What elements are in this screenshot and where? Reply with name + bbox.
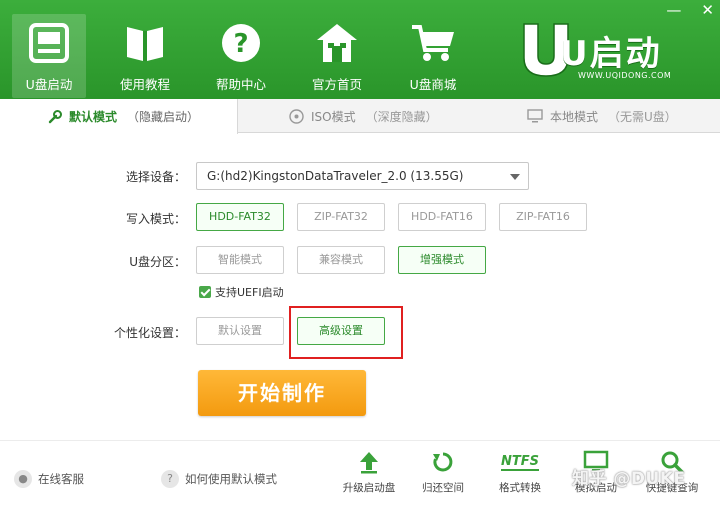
tab-sublabel: （深度隐藏） xyxy=(365,109,438,124)
nav-label: 使用教程 xyxy=(119,77,170,92)
partition-option-smart[interactable]: 智能模式 xyxy=(196,246,284,274)
restore-icon xyxy=(408,446,478,478)
nav-label: 帮助中心 xyxy=(215,77,266,92)
how-to-link[interactable]: ? 如何使用默认模式 xyxy=(161,470,277,488)
tool-format-convert[interactable]: NTFS 格式转换 xyxy=(485,446,555,495)
uefi-checkbox-row[interactable]: 支持UEFI启动 xyxy=(199,284,284,300)
window-controls: — ✕ xyxy=(666,2,714,18)
highlight-annotation xyxy=(289,306,403,359)
write-option-zip-fat16[interactable]: ZIP-FAT16 xyxy=(499,203,587,231)
mode-tabs: 默认模式 （隐藏启动） ISO模式 （深度隐藏） 本地模式 （无需U盘） xyxy=(0,99,720,134)
ntfs-icon: NTFS xyxy=(485,446,555,478)
nav-tutorial[interactable]: 使用教程 xyxy=(108,14,182,98)
home-icon xyxy=(300,14,374,72)
question-icon: ? xyxy=(161,470,179,488)
uefi-label: 支持UEFI启动 xyxy=(215,286,284,299)
close-button[interactable]: ✕ xyxy=(701,2,714,18)
nav-homepage[interactable]: 官方首页 xyxy=(300,14,374,98)
tab-default-mode[interactable]: 默认模式 （隐藏启动） xyxy=(0,99,238,134)
wrench-icon xyxy=(48,109,62,124)
usb-drive-icon xyxy=(12,14,86,72)
minimize-button[interactable]: — xyxy=(666,2,681,18)
svg-text:?: ? xyxy=(233,29,248,59)
start-button[interactable]: 开始制作 xyxy=(198,370,366,416)
write-mode-label: 写入模式： xyxy=(125,212,186,226)
tab-sublabel: （无需U盘） xyxy=(608,109,677,124)
tab-label: 默认模式 xyxy=(69,110,118,124)
logo-url: WWW.UQIDONG.COM xyxy=(578,71,672,80)
watermark: 知乎 @DUKE xyxy=(572,469,686,489)
tab-iso-mode[interactable]: ISO模式 （深度隐藏） xyxy=(289,99,489,133)
write-option-hdd-fat32[interactable]: HDD-FAT32 xyxy=(196,203,284,231)
online-service-link[interactable]: ● 在线客服 xyxy=(14,470,84,488)
nav-usb-boot[interactable]: U盘启动 xyxy=(12,14,86,98)
device-select[interactable]: G:(hd2)KingstonDataTraveler_2.0 (13.55G) xyxy=(196,162,529,190)
title-bar: — ✕ U盘启动 使用教程 ? 帮助中心 官方首页 U盘商城 U启动 WWW.U… xyxy=(0,0,720,99)
monitor-icon xyxy=(527,109,543,123)
upload-arrow-icon xyxy=(334,446,404,478)
custom-option-default[interactable]: 默认设置 xyxy=(196,317,284,345)
book-icon xyxy=(108,14,182,72)
tab-sublabel: （隐藏启动） xyxy=(127,110,200,124)
headset-icon: ● xyxy=(14,470,32,488)
write-option-zip-fat32[interactable]: ZIP-FAT32 xyxy=(297,203,385,231)
device-value: G:(hd2)KingstonDataTraveler_2.0 (13.55G) xyxy=(207,169,464,183)
help-icon: ? xyxy=(204,14,278,72)
tab-local-mode[interactable]: 本地模式 （无需U盘） xyxy=(527,99,717,133)
custom-settings-label: 个性化设置： xyxy=(113,326,186,340)
how-to-label: 如何使用默认模式 xyxy=(185,472,277,486)
uefi-checkbox[interactable] xyxy=(199,286,211,298)
tool-label: 归还空间 xyxy=(422,482,464,494)
nav-label: U盘商城 xyxy=(409,77,457,92)
partition-option-enhanced[interactable]: 增强模式 xyxy=(398,246,486,274)
tab-label: 本地模式 xyxy=(550,109,599,124)
tab-label: ISO模式 xyxy=(311,109,356,124)
chevron-down-icon xyxy=(510,174,520,180)
nav-help[interactable]: ? 帮助中心 xyxy=(204,14,278,98)
online-service-label: 在线客服 xyxy=(38,472,84,486)
main-nav: U盘启动 使用教程 ? 帮助中心 官方首页 U盘商城 xyxy=(12,14,492,98)
nav-label: 官方首页 xyxy=(311,77,362,92)
tool-label: 升级启动盘 xyxy=(342,482,396,494)
nav-store[interactable]: U盘商城 xyxy=(396,14,470,98)
tool-restore[interactable]: 归还空间 xyxy=(408,446,478,495)
footer-divider xyxy=(0,440,720,441)
logo-text: U启动 xyxy=(560,34,662,74)
ntfs-icon-text: NTFS xyxy=(501,453,539,471)
device-label: 选择设备： xyxy=(125,170,186,184)
tool-label: 格式转换 xyxy=(499,482,541,494)
partition-option-compatible[interactable]: 兼容模式 xyxy=(297,246,385,274)
app-logo: U启动 WWW.UQIDONG.COM xyxy=(520,22,680,84)
tool-upgrade[interactable]: 升级启动盘 xyxy=(334,446,404,495)
nav-label: U盘启动 xyxy=(25,77,73,92)
partition-label: U盘分区： xyxy=(129,255,186,269)
write-option-hdd-fat16[interactable]: HDD-FAT16 xyxy=(398,203,486,231)
disc-icon xyxy=(289,108,304,124)
cart-icon xyxy=(396,14,470,72)
